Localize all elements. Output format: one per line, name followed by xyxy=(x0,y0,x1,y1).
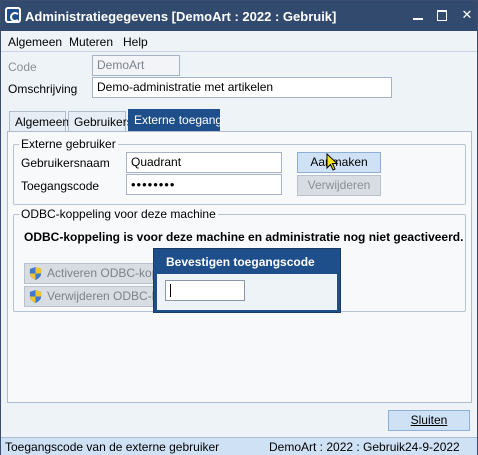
tab-externe-toegang[interactable]: Externe toegang xyxy=(128,109,222,131)
status-date: 24-9-2022 xyxy=(405,440,460,454)
remove-odbc-button[interactable]: Verwijderen ODBC-koppeling xyxy=(24,286,164,307)
maximize-icon[interactable] xyxy=(435,7,449,23)
main-window: Administratiegegevens [DemoArt : 2022 : … xyxy=(0,0,478,455)
create-button[interactable]: Aanmaken xyxy=(297,152,381,173)
status-hint: Toegangscode van de externe gebruiker xyxy=(5,440,220,454)
title-bar[interactable]: Administratiegegevens [DemoArt : 2022 : … xyxy=(1,1,477,31)
dialog-title: Bevestigen toegangscode xyxy=(166,255,315,269)
close-button-label: Sluiten xyxy=(410,413,448,427)
delete-button[interactable]: Verwijderen xyxy=(297,175,381,196)
username-field[interactable]: Quadrant xyxy=(126,152,282,173)
mouse-cursor-icon xyxy=(326,153,338,171)
description-label: Omschrijving xyxy=(8,82,78,96)
description-field[interactable]: Demo-administratie met artikelen xyxy=(92,77,392,98)
external-user-group-title: Externe gebruiker xyxy=(19,137,118,151)
tab-gebruikers[interactable]: Gebruikers xyxy=(68,111,133,131)
confirm-access-code-input[interactable] xyxy=(165,280,245,301)
activate-odbc-button[interactable]: Activeren ODBC-koppeling xyxy=(24,263,164,284)
app-logo-icon xyxy=(5,7,21,23)
status-context: DemoArt : 2022 : Gebruik xyxy=(269,440,406,454)
remove-odbc-label: Verwijderen ODBC-koppeling xyxy=(47,289,164,303)
username-label: Gebruikersnaam xyxy=(21,156,110,170)
text-caret xyxy=(170,284,171,297)
menu-algemeen[interactable]: Algemeen xyxy=(8,35,62,49)
activate-odbc-label: Activeren ODBC-koppeling xyxy=(47,266,163,280)
menu-help[interactable]: Help xyxy=(123,35,148,49)
minimize-icon[interactable] xyxy=(411,7,425,23)
uac-shield-icon xyxy=(29,266,42,281)
access-code-label: Toegangscode xyxy=(21,179,100,193)
access-code-field[interactable]: •••••••• xyxy=(126,174,282,195)
dialog-body xyxy=(157,274,337,310)
odbc-status-message: ODBC-koppeling is voor deze machine en a… xyxy=(24,230,464,244)
close-button[interactable]: Sluiten xyxy=(388,410,470,431)
confirm-access-code-dialog: Bevestigen toegangscode xyxy=(153,248,341,313)
external-user-group: Externe gebruiker Gebruikersnaam Quadran… xyxy=(13,137,466,205)
uac-shield-icon xyxy=(29,289,42,304)
tab-algemeen[interactable]: Algemeen xyxy=(9,111,69,131)
window-title: Administratiegegevens [DemoArt : 2022 : … xyxy=(25,9,337,24)
close-window-icon[interactable]: ✕ xyxy=(460,7,474,23)
odbc-group-title: ODBC-koppeling voor deze machine xyxy=(19,207,218,221)
code-field[interactable]: DemoArt xyxy=(92,55,180,76)
menu-bar: Algemeen Muteren Help xyxy=(1,32,477,52)
status-bar: Toegangscode van de externe gebruiker De… xyxy=(1,437,477,455)
menu-muteren[interactable]: Muteren xyxy=(69,35,113,49)
code-label: Code xyxy=(8,60,37,74)
